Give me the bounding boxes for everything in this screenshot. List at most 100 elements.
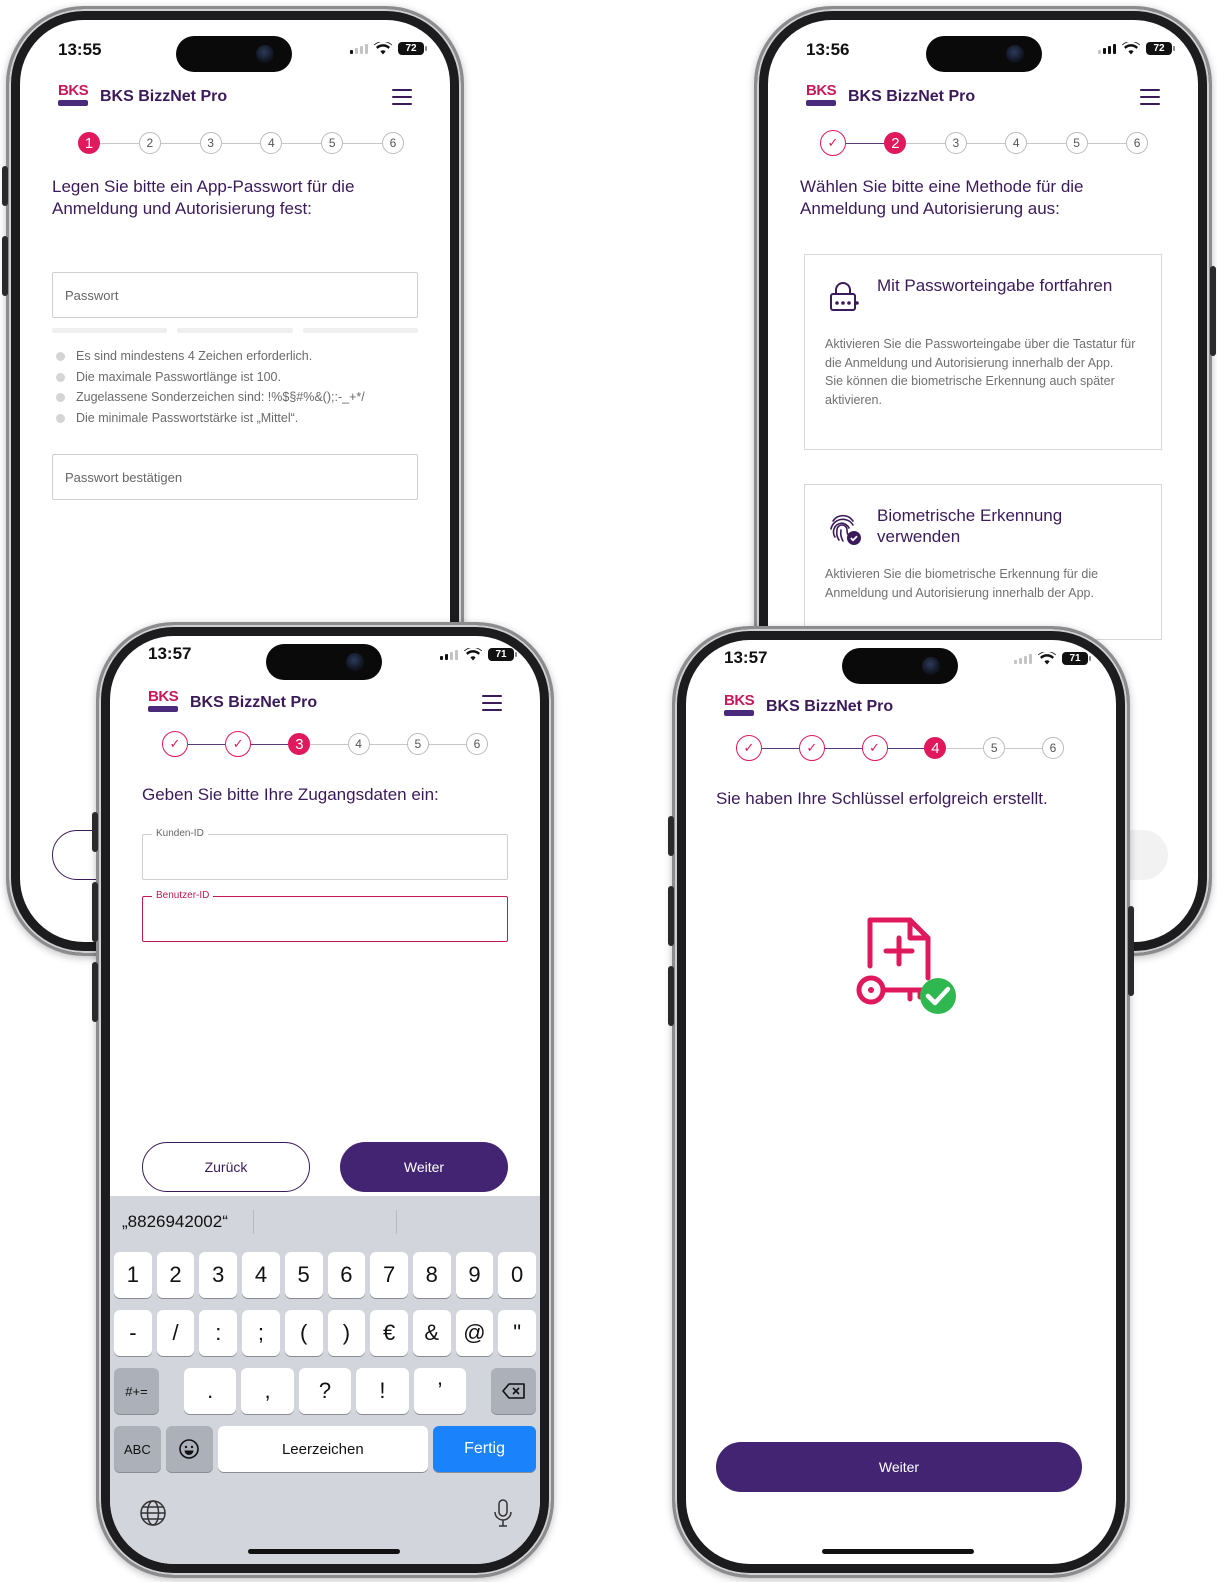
space-key[interactable]: Leerzeichen bbox=[217, 1426, 429, 1472]
microphone-icon[interactable] bbox=[492, 1498, 514, 1528]
password-strength-meter bbox=[52, 328, 418, 333]
app-title: BKS BizzNet Pro bbox=[848, 88, 976, 105]
wifi-icon bbox=[374, 42, 392, 55]
key[interactable]: . bbox=[183, 1368, 237, 1414]
card-title: Mit Passworteingabe fortfahren bbox=[877, 276, 1113, 295]
battery-icon: 72 bbox=[398, 42, 427, 55]
key[interactable]: 7 bbox=[370, 1252, 408, 1298]
hamburger-menu-icon[interactable] bbox=[392, 89, 412, 105]
page-heading: Legen Sie bitte ein App-Passwort für die… bbox=[52, 177, 355, 218]
key[interactable]: 9 bbox=[455, 1252, 494, 1298]
status-time: 13:57 bbox=[724, 648, 768, 667]
key[interactable]: 5 bbox=[284, 1252, 323, 1298]
progress-stepper: 1 2 3 4 5 6 bbox=[78, 131, 404, 155]
signal-icon bbox=[440, 649, 458, 660]
keyboard-row-bottom: ABC Leerzeichen Fertig bbox=[114, 1426, 536, 1472]
step-3: 3 bbox=[944, 132, 967, 154]
backspace-key[interactable] bbox=[491, 1368, 537, 1414]
user-id-field[interactable]: Benutzer-ID bbox=[142, 890, 508, 942]
customer-id-field[interactable]: Kunden-ID bbox=[142, 828, 508, 880]
abc-key[interactable]: ABC bbox=[114, 1426, 161, 1472]
volume-down-button bbox=[92, 962, 98, 1022]
key[interactable]: @ bbox=[455, 1310, 494, 1356]
autocomplete-suggestion[interactable]: „8826942002“ bbox=[122, 1212, 228, 1232]
biometric-method-card[interactable]: Biometrische Erkennung verwenden Aktivie… bbox=[804, 484, 1162, 640]
progress-stepper: ✓ ✓ 3 4 5 6 bbox=[162, 731, 489, 757]
key[interactable]: ’ bbox=[413, 1368, 467, 1414]
dynamic-island bbox=[842, 648, 958, 684]
key[interactable]: " bbox=[498, 1310, 537, 1356]
status-time: 13:57 bbox=[148, 644, 192, 663]
wifi-icon bbox=[464, 648, 482, 661]
step-3: 3 bbox=[199, 132, 222, 154]
next-button[interactable]: Weiter bbox=[716, 1442, 1082, 1492]
volume-up-button bbox=[92, 882, 98, 942]
wifi-icon bbox=[1122, 42, 1140, 55]
key[interactable]: ! bbox=[356, 1368, 409, 1414]
key[interactable]: , bbox=[241, 1368, 294, 1414]
bks-logo: BKS bbox=[148, 689, 180, 717]
signal-icon bbox=[350, 43, 368, 54]
step-6: 6 bbox=[1126, 132, 1149, 154]
page-heading: Sie haben Ihre Schlüssel erfolgreich ers… bbox=[716, 789, 1048, 808]
rule-item: Es sind mindestens 4 Zeichen erforderlic… bbox=[52, 346, 432, 367]
key[interactable]: ; bbox=[242, 1310, 280, 1356]
key[interactable]: - bbox=[114, 1310, 152, 1356]
hamburger-menu-icon[interactable] bbox=[1140, 89, 1160, 105]
more-symbols-key[interactable]: #+= bbox=[114, 1368, 159, 1414]
key[interactable]: 0 bbox=[498, 1252, 537, 1298]
hamburger-menu-icon[interactable] bbox=[482, 695, 502, 711]
status-icons: 71 bbox=[440, 648, 517, 661]
home-indicator bbox=[822, 1549, 974, 1554]
customer-id-label: Kunden-ID bbox=[152, 828, 208, 839]
battery-icon: 72 bbox=[1146, 42, 1175, 55]
app-title: BKS BizzNet Pro bbox=[190, 694, 318, 711]
key[interactable]: : bbox=[199, 1310, 238, 1356]
confirm-password-input[interactable]: Passwort bestätigen bbox=[52, 454, 418, 500]
app-header: BKS BKS BizzNet Pro bbox=[148, 688, 502, 718]
screen: 13:57 71 BKS BKS BizzNet Pro ✓ ✓ ✓ 4 5 6… bbox=[686, 640, 1116, 1564]
dynamic-island bbox=[926, 36, 1042, 72]
globe-icon[interactable] bbox=[138, 1498, 168, 1528]
phone-screen-4: 13:57 71 BKS BKS BizzNet Pro ✓ ✓ ✓ 4 5 6… bbox=[668, 626, 1134, 1578]
step-1-done: ✓ bbox=[162, 731, 188, 757]
mute-switch bbox=[2, 166, 8, 206]
key[interactable]: ) bbox=[327, 1310, 366, 1356]
progress-stepper: ✓ ✓ ✓ 4 5 6 bbox=[736, 735, 1064, 761]
side-button bbox=[1210, 266, 1216, 356]
rule-item: Zugelassene Sonderzeichen sind: !%$§#%&(… bbox=[52, 387, 432, 408]
signal-icon bbox=[1098, 43, 1116, 54]
bks-logo: BKS bbox=[806, 83, 838, 111]
password-input[interactable]: Passwort bbox=[52, 272, 418, 318]
key[interactable]: € bbox=[370, 1310, 408, 1356]
done-key[interactable]: Fertig bbox=[433, 1426, 536, 1472]
volume-down-button bbox=[668, 966, 674, 1026]
app-title: BKS BizzNet Pro bbox=[766, 698, 894, 715]
key[interactable]: 3 bbox=[199, 1252, 238, 1298]
key[interactable]: 4 bbox=[242, 1252, 280, 1298]
key[interactable]: 6 bbox=[327, 1252, 366, 1298]
key[interactable]: 8 bbox=[412, 1252, 451, 1298]
step-6: 6 bbox=[466, 733, 489, 755]
bks-logo: BKS bbox=[724, 693, 756, 721]
key[interactable]: ? bbox=[298, 1368, 352, 1414]
lock-icon bbox=[830, 282, 859, 311]
key[interactable]: / bbox=[156, 1310, 195, 1356]
key[interactable]: 2 bbox=[156, 1252, 195, 1298]
fingerprint-icon bbox=[830, 514, 861, 545]
card-description: Aktivieren Sie die biometrische Erkennun… bbox=[825, 567, 1099, 600]
next-button[interactable]: Weiter bbox=[340, 1142, 508, 1192]
step-4: 4 bbox=[924, 737, 947, 759]
status-bar: 13:57 71 bbox=[110, 636, 540, 690]
key[interactable]: ( bbox=[284, 1310, 323, 1356]
emoji-key[interactable] bbox=[165, 1426, 213, 1472]
numeric-keyboard: „8826942002“ 1 2 3 4 5 6 7 8 9 0 - / : ; bbox=[110, 1196, 540, 1564]
key[interactable]: & bbox=[412, 1310, 451, 1356]
emoji-icon bbox=[179, 1439, 199, 1459]
password-method-card[interactable]: Mit Passworteingabe fortfahren Aktiviere… bbox=[804, 254, 1162, 450]
step-2-done: ✓ bbox=[798, 735, 825, 761]
back-button[interactable]: Zurück bbox=[142, 1142, 310, 1192]
step-1: 1 bbox=[78, 132, 100, 154]
key[interactable]: 1 bbox=[114, 1252, 152, 1298]
home-indicator bbox=[248, 1549, 400, 1554]
